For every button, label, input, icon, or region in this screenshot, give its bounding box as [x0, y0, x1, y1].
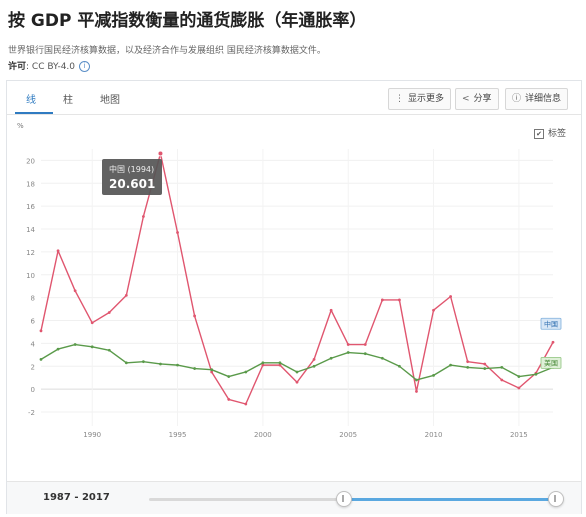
y-tick-label: 20: [26, 157, 35, 165]
data-point: [534, 372, 538, 376]
data-point: [73, 343, 77, 346]
data-point: [107, 311, 111, 314]
data-point: [73, 289, 77, 293]
source-note: 世界银行国民经济核算数据，以及经济合作与发展组织 国民经济核算数据文件。: [8, 46, 326, 56]
y-axis-unit-label: %: [17, 122, 24, 130]
time-slider-end-handle[interactable]: [548, 491, 564, 507]
data-point: [56, 249, 60, 253]
data-point: [39, 329, 43, 333]
data-point: [176, 231, 179, 234]
x-tick-label: 2015: [510, 431, 528, 439]
data-point: [398, 364, 401, 368]
x-tick-label: 1995: [169, 431, 187, 439]
page-title: 按 GDP 平减指数衡量的通货膨胀（年通胀率）: [8, 11, 367, 31]
y-tick-label: 6: [31, 318, 36, 326]
license-line: 许可: CC BY-4.0 i: [8, 59, 91, 72]
data-point: [500, 366, 504, 369]
data-point: [39, 358, 43, 361]
data-point: [500, 378, 504, 382]
data-point: [483, 362, 487, 366]
data-point: [449, 295, 452, 298]
data-point: [329, 356, 333, 360]
y-tick-label: 10: [26, 272, 35, 280]
data-point: [107, 348, 111, 352]
data-point: [261, 361, 265, 365]
data-point: [432, 374, 435, 377]
info-icon[interactable]: i: [79, 61, 91, 72]
data-point: [398, 298, 401, 302]
y-tick-label: 16: [26, 203, 35, 211]
y-tick-label: 4: [31, 340, 36, 348]
x-tick-label: 2010: [425, 431, 443, 439]
inflation-line-chart: % -2 0 2 4 6 8 10 12 14 16 18 20 1990 1995 2000 2005 2010…: [17, 122, 562, 439]
data-point: [466, 366, 470, 369]
data-point: [295, 380, 299, 384]
y-tick-label: 14: [26, 226, 35, 234]
data-point: [517, 386, 521, 390]
data-point: [295, 370, 299, 374]
data-point: [329, 308, 333, 312]
data-point: [244, 370, 248, 374]
chart-panel: 线 柱 地图 ⋮ 显示更多 < 分享 ⓘ 详细信息 ✔ 标签 % -2 0 2 4 6 8 10 12 1…: [6, 80, 582, 514]
data-point: [159, 362, 162, 366]
data-point: [142, 360, 145, 364]
data-point: [193, 367, 197, 370]
y-tick-label: 0: [31, 386, 35, 394]
data-point: [517, 375, 521, 378]
data-point: [380, 298, 384, 302]
data-point: [210, 368, 214, 372]
time-range-label: 1987 - 2017: [43, 492, 110, 503]
data-point: [278, 361, 282, 365]
data-point: [124, 361, 128, 365]
data-point: [483, 367, 487, 370]
time-slider-selected-range: [343, 498, 555, 501]
x-tick-label: 1990: [83, 431, 101, 439]
time-range-footer: 1987 - 2017: [7, 481, 581, 514]
data-point: [90, 345, 94, 349]
data-point: [312, 364, 316, 368]
data-point: [346, 351, 350, 354]
data-point: [227, 398, 231, 401]
data-point: [432, 308, 435, 312]
series-end-label: 中国: [544, 320, 558, 329]
tooltip-label: 中国 (1994): [109, 164, 154, 174]
data-point: [415, 378, 418, 382]
highlighted-point: [157, 150, 164, 157]
x-tick-label: 2005: [339, 431, 357, 439]
data-point: [227, 375, 231, 378]
data-point: [363, 343, 367, 346]
data-point: [551, 340, 555, 344]
data-point: [415, 390, 418, 393]
data-point: [124, 293, 128, 297]
license-value: : CC BY-4.0: [26, 62, 76, 72]
data-point: [56, 347, 60, 351]
data-point: [176, 363, 179, 367]
data-point: [312, 358, 316, 361]
data-point: [363, 352, 367, 356]
data-point: [380, 356, 384, 360]
data-point: [346, 343, 350, 346]
y-tick-label: 8: [31, 295, 35, 303]
data-point: [193, 314, 197, 318]
data-point: [449, 363, 452, 367]
time-slider-start-handle[interactable]: [336, 491, 352, 507]
license-label: 许可: [8, 62, 27, 72]
tooltip-value: 20.601: [109, 177, 155, 191]
x-tick-label: 2000: [254, 431, 272, 439]
y-tick-label: 18: [26, 180, 35, 188]
data-point: [466, 360, 470, 364]
data-point: [244, 402, 248, 406]
y-tick-label: -2: [28, 409, 35, 417]
y-tick-label: 2: [31, 363, 35, 371]
series-end-label: 美国: [544, 359, 558, 368]
y-tick-label: 12: [26, 249, 35, 257]
data-point: [142, 215, 145, 218]
data-point: [90, 321, 94, 325]
